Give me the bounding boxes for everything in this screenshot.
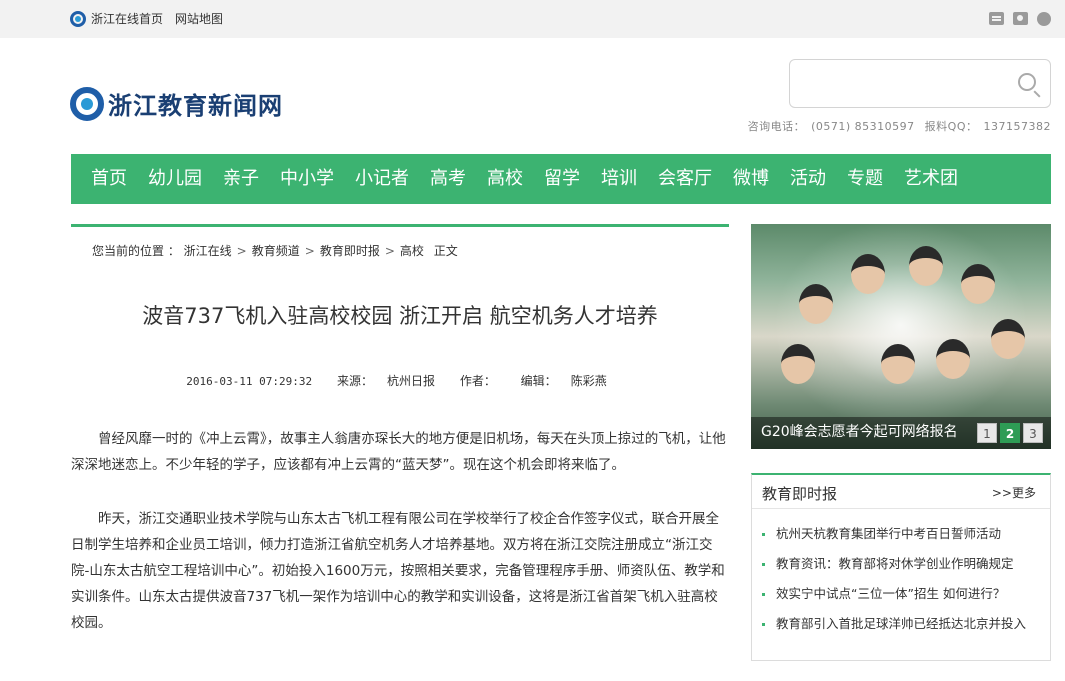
breadcrumb-separator: > [236, 244, 247, 258]
nav-item-parenting[interactable]: 亲子 [213, 154, 269, 204]
nav-item-gaokao[interactable]: 高考 [420, 154, 476, 204]
photo-slider[interactable]: G20峰会志愿者今起可网络报名 1 2 3 [751, 224, 1051, 449]
qq-label: 报料QQ： [924, 120, 978, 133]
news-item[interactable]: 杭州天杭教育集团举行中考百日誓师活动 [762, 519, 1047, 549]
nav-item-weibo[interactable]: 微博 [723, 154, 779, 204]
search-icon[interactable] [1018, 73, 1036, 91]
sitemap-link[interactable]: 网站地图 [175, 10, 223, 27]
nav-item-art-troupe[interactable]: 艺术团 [894, 154, 968, 204]
home-link[interactable]: 浙江在线首页 [91, 10, 163, 27]
news-list: 杭州天杭教育集团举行中考百日誓师活动 教育资讯：教育部将对休学创业作明确规定 效… [752, 509, 1050, 639]
slider-page-2[interactable]: 2 [1000, 423, 1020, 443]
news-box-header: 教育即时报 >>更多 [752, 475, 1050, 509]
photo-person [881, 344, 915, 384]
nav-item-home[interactable]: 首页 [81, 154, 137, 204]
phone-label: 咨询电话： [747, 120, 806, 133]
site-logo[interactable]: 浙江教育新闻网 [70, 86, 283, 121]
slider-caption[interactable]: G20峰会志愿者今起可网络报名 [761, 421, 958, 441]
breadcrumb-item-edu[interactable]: 教育频道 [252, 244, 300, 258]
breadcrumb-prefix: 您当前的位置 ： [92, 244, 180, 258]
top-icons [989, 12, 1051, 26]
publish-date: 2016-03-11 07:29:32 [186, 375, 313, 388]
editor-value: 陈彩燕 [570, 374, 607, 388]
nav-item-k12[interactable]: 中小学 [270, 154, 344, 204]
breadcrumb-separator: > [384, 244, 395, 258]
news-item[interactable]: 教育部引入首批足球洋帅已经抵达北京并投入 [762, 609, 1047, 639]
brand-swirl-icon [70, 86, 104, 121]
slider-pager: 1 2 3 [977, 423, 1043, 443]
search-box[interactable] [789, 59, 1051, 108]
breadcrumb: 您当前的位置 ： 浙江在线 > 教育频道 > 教育即时报 > 高校 正文 [92, 242, 458, 259]
phone-value: (0571) 85310597 [811, 120, 915, 133]
slider-page-3[interactable]: 3 [1023, 423, 1043, 443]
more-link[interactable]: >>更多 [992, 484, 1036, 501]
top-links: 浙江在线首页 网站地图 [70, 10, 235, 27]
globe-icon[interactable] [1037, 12, 1051, 26]
photo-person [991, 319, 1025, 359]
photo-person [936, 339, 970, 379]
qq-value: 137157382 [983, 120, 1051, 133]
nav-item-training[interactable]: 培训 [591, 154, 647, 204]
news-item[interactable]: 教育资讯：教育部将对休学创业作明确规定 [762, 549, 1047, 579]
editor-label: 编辑： [520, 374, 557, 388]
mail-icon[interactable] [989, 12, 1004, 25]
author-label: 作者： [459, 374, 496, 388]
zjol-logo-icon [70, 10, 86, 27]
source-label: 来源： [336, 374, 373, 388]
article-paragraph: 曾经风靡一时的《冲上云霄》，故事主人翁唐亦琛长大的地方便是旧机场，每天在头顶上掠… [71, 431, 726, 473]
nav-item-reception[interactable]: 会客厅 [648, 154, 722, 204]
contact-info: 咨询电话： (0571) 85310597 报料QQ： 137157382 [742, 118, 1051, 134]
photo-person [851, 254, 885, 294]
photo-person [799, 284, 833, 324]
nav-item-topics[interactable]: 专题 [837, 154, 893, 204]
breadcrumb-item-zjol[interactable]: 浙江在线 [184, 244, 232, 258]
column-top-rule [71, 224, 729, 227]
breadcrumb-item-news[interactable]: 教育即时报 [320, 244, 380, 258]
breadcrumb-current: 正文 [433, 244, 458, 258]
article-column: 您当前的位置 ： 浙江在线 > 教育频道 > 教育即时报 > 高校 正文 波音737飞机入驻… [71, 224, 729, 631]
slider-page-1[interactable]: 1 [977, 423, 997, 443]
camera-icon[interactable] [1013, 12, 1028, 25]
source-value: 杭州日报 [386, 374, 435, 388]
nav-item-events[interactable]: 活动 [780, 154, 836, 204]
breadcrumb-separator: > [304, 244, 315, 258]
photo-person [961, 264, 995, 304]
news-box-title: 教育即时报 [762, 485, 838, 503]
nav-item-university[interactable]: 高校 [477, 154, 533, 204]
nav-item-kindergarten[interactable]: 幼儿园 [138, 154, 212, 204]
article-meta: 2016-03-11 07:29:32 来源： 杭州日报 作者： 编辑： 陈彩燕 [71, 372, 729, 389]
article-paragraph: 昨天，浙江交通职业技术学院与山东太古飞机工程有限公司在学校举行了校企合作签字仪式… [71, 511, 725, 631]
news-box: 教育即时报 >>更多 杭州天杭教育集团举行中考百日誓师活动 教育资讯：教育部将对… [751, 473, 1051, 661]
breadcrumb-item-university[interactable]: 高校 [400, 244, 424, 258]
photo-person [781, 344, 815, 384]
main-nav: 首页 幼儿园 亲子 中小学 小记者 高考 高校 留学 培训 会客厅 微博 活动 … [71, 154, 1051, 204]
news-item[interactable]: 效实宁中试点“三位一体”招生 如何进行？ [762, 579, 1047, 609]
article-title: 波音737飞机入驻高校校园 浙江开启 航空机务人才培养 [142, 304, 658, 328]
nav-item-study-abroad[interactable]: 留学 [534, 154, 590, 204]
nav-item-junior-reporter[interactable]: 小记者 [345, 154, 419, 204]
top-bar: 浙江在线首页 网站地图 [0, 0, 1065, 38]
photo-person [909, 246, 943, 286]
site-name: 浙江教育新闻网 [108, 92, 283, 120]
